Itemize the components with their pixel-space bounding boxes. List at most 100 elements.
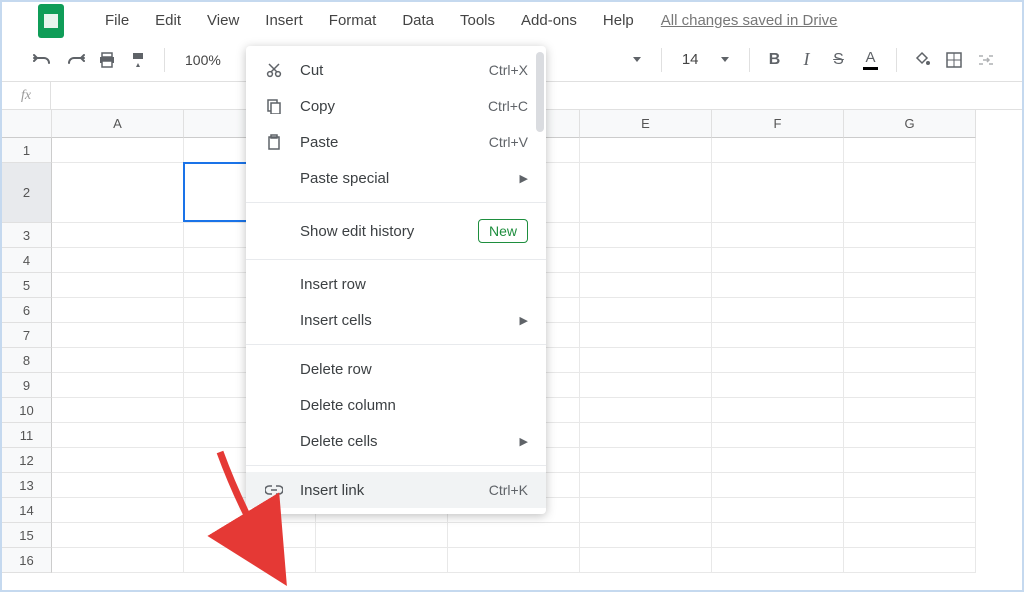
cell[interactable] — [712, 523, 844, 548]
cell[interactable] — [580, 473, 712, 498]
font-size-dropdown[interactable]: 14 — [676, 51, 735, 68]
cell[interactable] — [844, 498, 976, 523]
menu-format[interactable]: Format — [316, 6, 390, 35]
cm-cut[interactable]: Cut Ctrl+X — [246, 52, 546, 88]
cell[interactable] — [52, 298, 184, 323]
cell[interactable] — [184, 548, 316, 573]
cell[interactable] — [844, 548, 976, 573]
sheets-logo[interactable] — [38, 4, 64, 38]
cell[interactable] — [52, 248, 184, 273]
cell[interactable] — [580, 398, 712, 423]
cell[interactable] — [52, 348, 184, 373]
cell[interactable] — [844, 298, 976, 323]
cm-paste-special[interactable]: Paste special ▶ — [246, 160, 546, 196]
cell[interactable] — [580, 248, 712, 273]
cm-insert-link[interactable]: Insert link Ctrl+K — [246, 472, 546, 508]
cell[interactable] — [580, 138, 712, 163]
undo-icon[interactable] — [32, 49, 54, 71]
cell[interactable] — [52, 138, 184, 163]
row-header[interactable]: 1 — [2, 138, 52, 163]
cm-paste[interactable]: Paste Ctrl+V — [246, 124, 546, 160]
cell[interactable] — [844, 323, 976, 348]
cell[interactable] — [844, 473, 976, 498]
cell[interactable] — [844, 398, 976, 423]
row-header[interactable]: 3 — [2, 223, 52, 248]
col-header[interactable]: E — [580, 110, 712, 138]
cell[interactable] — [844, 348, 976, 373]
menu-insert[interactable]: Insert — [252, 6, 316, 35]
redo-icon[interactable] — [64, 49, 86, 71]
cm-insert-row[interactable]: Insert row — [246, 266, 546, 302]
cell[interactable] — [712, 473, 844, 498]
cell[interactable] — [580, 163, 712, 223]
cell[interactable] — [184, 523, 316, 548]
row-header[interactable]: 10 — [2, 398, 52, 423]
cell[interactable] — [712, 448, 844, 473]
cell[interactable] — [844, 248, 976, 273]
cell[interactable] — [712, 323, 844, 348]
cell[interactable] — [844, 448, 976, 473]
cell[interactable] — [580, 298, 712, 323]
row-header[interactable]: 8 — [2, 348, 52, 373]
print-icon[interactable] — [96, 49, 118, 71]
cell[interactable] — [844, 423, 976, 448]
col-header[interactable]: F — [712, 110, 844, 138]
cell[interactable] — [844, 523, 976, 548]
row-header[interactable]: 16 — [2, 548, 52, 573]
cell[interactable] — [52, 523, 184, 548]
cell[interactable] — [52, 223, 184, 248]
selected-cell[interactable] — [183, 162, 249, 222]
cell[interactable] — [580, 498, 712, 523]
cm-insert-cells[interactable]: Insert cells ▶ — [246, 302, 546, 338]
menu-file[interactable]: File — [92, 6, 142, 35]
cell[interactable] — [712, 398, 844, 423]
bold-button[interactable]: B — [764, 49, 786, 71]
font-dropdown[interactable] — [627, 57, 647, 62]
cell[interactable] — [712, 163, 844, 223]
cm-edit-history[interactable]: Show edit history New — [246, 209, 546, 253]
cell[interactable] — [52, 473, 184, 498]
menu-edit[interactable]: Edit — [142, 6, 194, 35]
cm-copy[interactable]: Copy Ctrl+C — [246, 88, 546, 124]
cell[interactable] — [712, 138, 844, 163]
row-header[interactable]: 5 — [2, 273, 52, 298]
save-status[interactable]: All changes saved in Drive — [661, 12, 838, 29]
cell[interactable] — [712, 498, 844, 523]
row-header[interactable]: 14 — [2, 498, 52, 523]
cell[interactable] — [448, 548, 580, 573]
col-header[interactable]: G — [844, 110, 976, 138]
row-header[interactable]: 13 — [2, 473, 52, 498]
cell[interactable] — [580, 423, 712, 448]
row-header[interactable]: 2 — [2, 163, 52, 223]
col-header[interactable]: A — [52, 110, 184, 138]
cell[interactable] — [712, 223, 844, 248]
cell[interactable] — [52, 548, 184, 573]
cm-delete-row[interactable]: Delete row — [246, 351, 546, 387]
cell[interactable] — [316, 523, 448, 548]
merge-button[interactable] — [975, 49, 997, 71]
menu-addons[interactable]: Add-ons — [508, 6, 590, 35]
cell[interactable] — [52, 273, 184, 298]
cell[interactable] — [844, 163, 976, 223]
cell[interactable] — [712, 273, 844, 298]
fill-color-button[interactable] — [911, 49, 933, 71]
zoom-dropdown[interactable]: 100% — [179, 52, 227, 68]
cell[interactable] — [712, 548, 844, 573]
cm-delete-cells[interactable]: Delete cells ▶ — [246, 423, 546, 459]
row-header[interactable]: 12 — [2, 448, 52, 473]
cell[interactable] — [844, 373, 976, 398]
cell[interactable] — [712, 298, 844, 323]
cell[interactable] — [52, 323, 184, 348]
cell[interactable] — [580, 223, 712, 248]
cell[interactable] — [712, 423, 844, 448]
strikethrough-button[interactable]: S — [828, 49, 850, 71]
cell[interactable] — [52, 498, 184, 523]
cell[interactable] — [844, 223, 976, 248]
menu-data[interactable]: Data — [389, 6, 447, 35]
cell[interactable] — [52, 398, 184, 423]
row-header[interactable]: 7 — [2, 323, 52, 348]
select-all-corner[interactable] — [2, 110, 52, 138]
borders-button[interactable] — [943, 49, 965, 71]
row-header[interactable]: 11 — [2, 423, 52, 448]
cell[interactable] — [580, 523, 712, 548]
